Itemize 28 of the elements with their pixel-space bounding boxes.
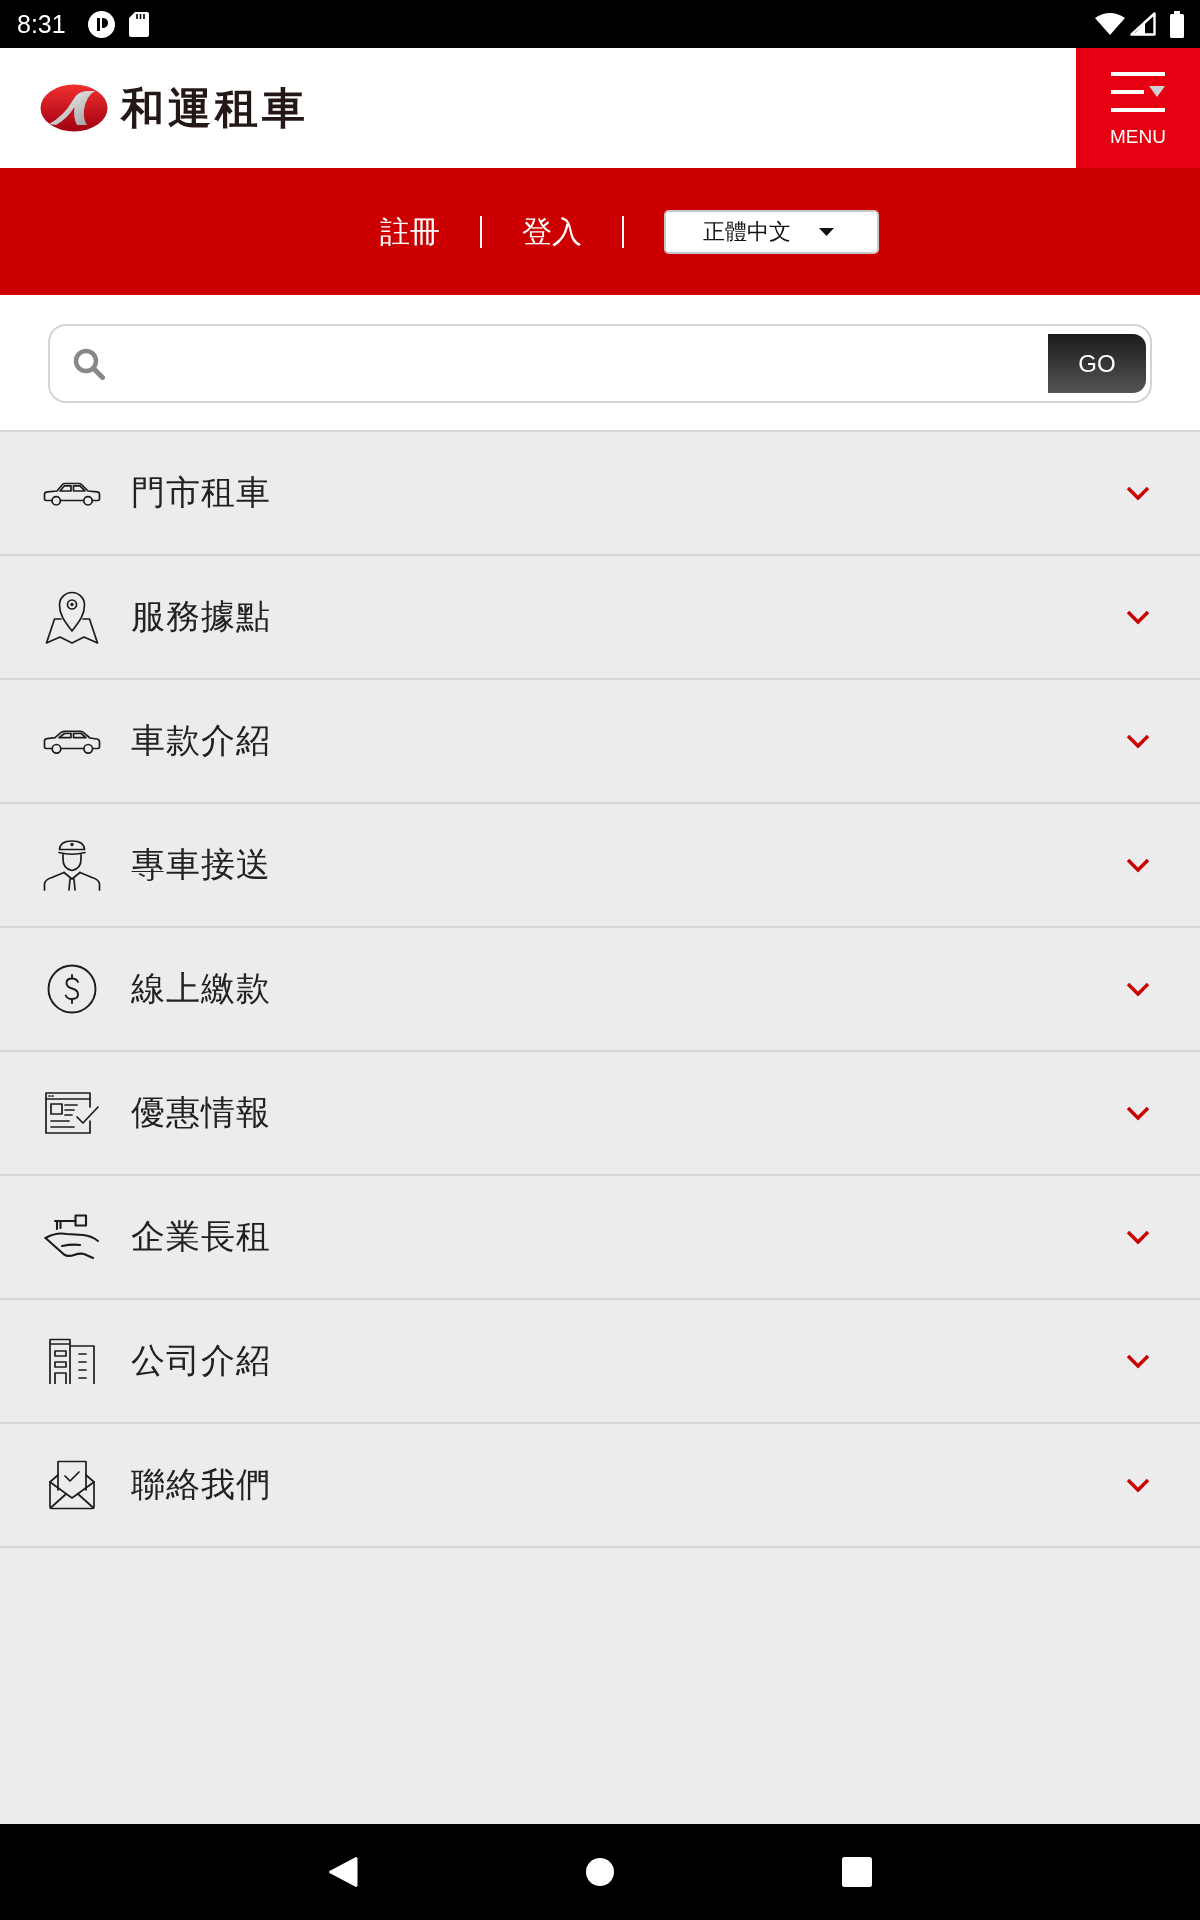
car-icon <box>42 728 102 754</box>
search-icon <box>73 347 105 380</box>
sedan-icon <box>42 480 102 506</box>
notification-icon <box>87 10 115 38</box>
status-time: 8:31 <box>17 9 66 39</box>
signal-icon <box>1130 12 1156 36</box>
logo-text: 和運租車 <box>121 86 309 130</box>
logo-icon <box>40 84 108 132</box>
battery-icon <box>1170 10 1184 38</box>
caret-icon <box>818 227 834 236</box>
account-link[interactable]: 登入 <box>521 213 582 250</box>
hand-key-icon <box>44 1214 100 1260</box>
home-icon[interactable] <box>586 1858 614 1886</box>
language-dropdown[interactable]: 正體中文 <box>663 209 879 254</box>
sd-card-icon <box>128 11 149 37</box>
envelope-check-icon <box>48 1460 96 1510</box>
wifi-icon <box>1095 13 1125 35</box>
map-pin-icon <box>44 589 100 645</box>
account-link[interactable]: 註冊 <box>379 213 440 250</box>
go-button[interactable]: GO <box>1048 334 1146 393</box>
menu-icon <box>1111 72 1165 112</box>
chauffeur-icon <box>43 839 101 891</box>
web-page-check-icon <box>44 1091 100 1135</box>
search-field[interactable]: GO <box>48 324 1152 403</box>
building-icon <box>48 1338 96 1384</box>
back-icon[interactable] <box>328 1856 358 1888</box>
menu-button[interactable]: MENU <box>1076 48 1200 168</box>
dollar-circle-icon <box>47 964 97 1014</box>
